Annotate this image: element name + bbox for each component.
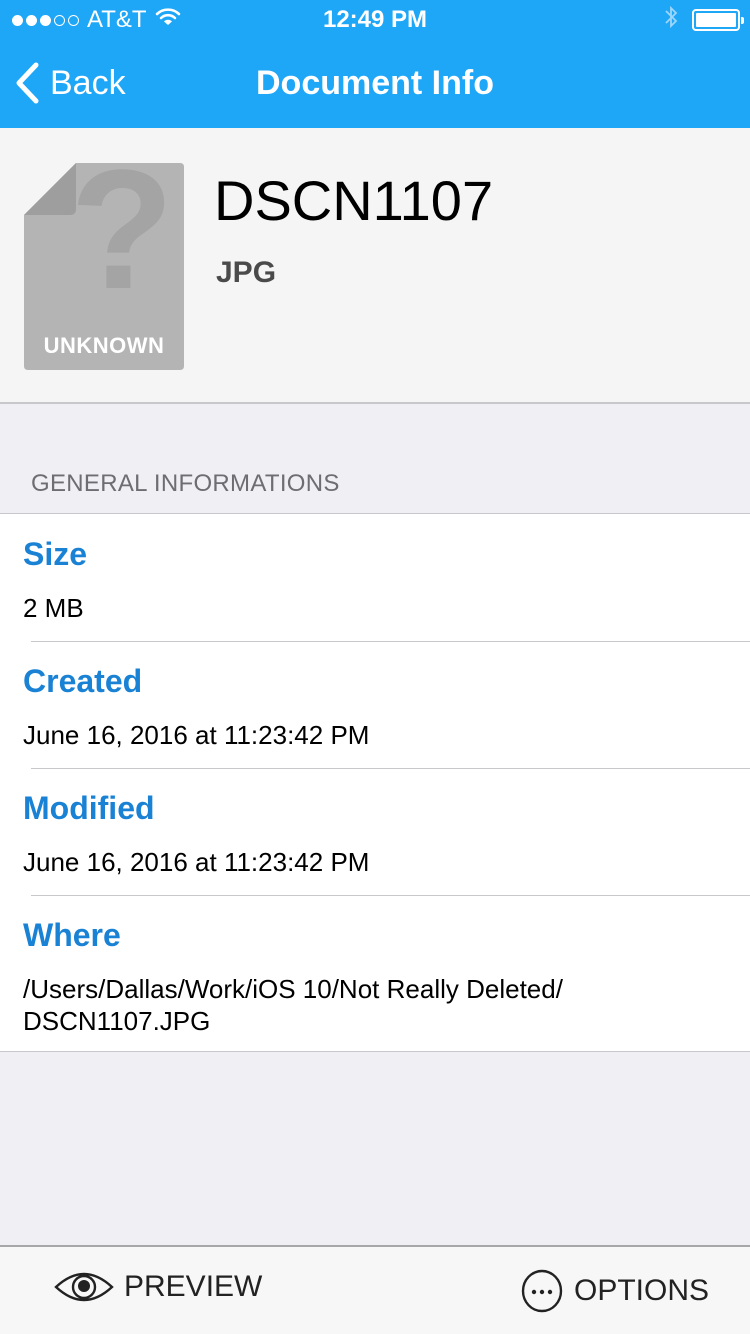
info-row-where: Where /Users/Dallas/Work/iOS 10/Not Real…	[0, 895, 750, 1051]
info-value: June 16, 2016 at 11:23:42 PM	[23, 847, 370, 877]
preview-button[interactable]: PREVIEW	[54, 1269, 262, 1305]
top-bar: AT&T 12:49 PM Back Document Info	[0, 0, 750, 128]
file-type-badge: UNKNOWN	[43, 333, 165, 358]
info-row-size: Size 2 MB	[0, 514, 750, 641]
info-label: Created	[23, 663, 143, 699]
eye-icon	[54, 1272, 114, 1302]
info-list: Size 2 MB Created June 16, 2016 at 11:23…	[0, 513, 750, 1052]
info-label: Size	[23, 536, 88, 572]
preview-label: PREVIEW	[124, 1270, 263, 1303]
info-row-modified: Modified June 16, 2016 at 11:23:42 PM	[0, 768, 750, 895]
battery-level	[696, 13, 736, 27]
status-time: 12:49 PM	[322, 6, 428, 33]
section-header: GENERAL INFORMATIONS	[31, 470, 340, 497]
status-right	[664, 5, 744, 36]
document-header: ? UNKNOWN DSCN1107 JPG	[0, 128, 750, 404]
options-button[interactable]: OPTIONS	[520, 1269, 709, 1313]
bluetooth-icon	[664, 5, 678, 36]
navigation-bar: Back Document Info	[0, 40, 750, 128]
info-label: Where	[23, 917, 121, 953]
status-bar: AT&T 12:49 PM	[0, 0, 750, 40]
info-value: 2 MB	[23, 593, 84, 623]
more-options-icon	[521, 1269, 563, 1313]
options-label: OPTIONS	[574, 1274, 710, 1307]
document-type: JPG	[216, 256, 277, 289]
battery-icon	[692, 9, 744, 31]
info-value: /Users/Dallas/Work/iOS 10/Not Really Del…	[23, 974, 563, 1036]
info-label: Modified	[23, 790, 155, 826]
info-value: June 16, 2016 at 11:23:42 PM	[23, 720, 370, 750]
page-title: Document Info	[256, 64, 494, 102]
svg-text:?: ?	[70, 163, 174, 325]
info-row-created: Created June 16, 2016 at 11:23:42 PM	[0, 641, 750, 768]
bottom-toolbar: PREVIEW OPTIONS	[0, 1245, 750, 1334]
document-name: DSCN1107	[214, 169, 494, 232]
